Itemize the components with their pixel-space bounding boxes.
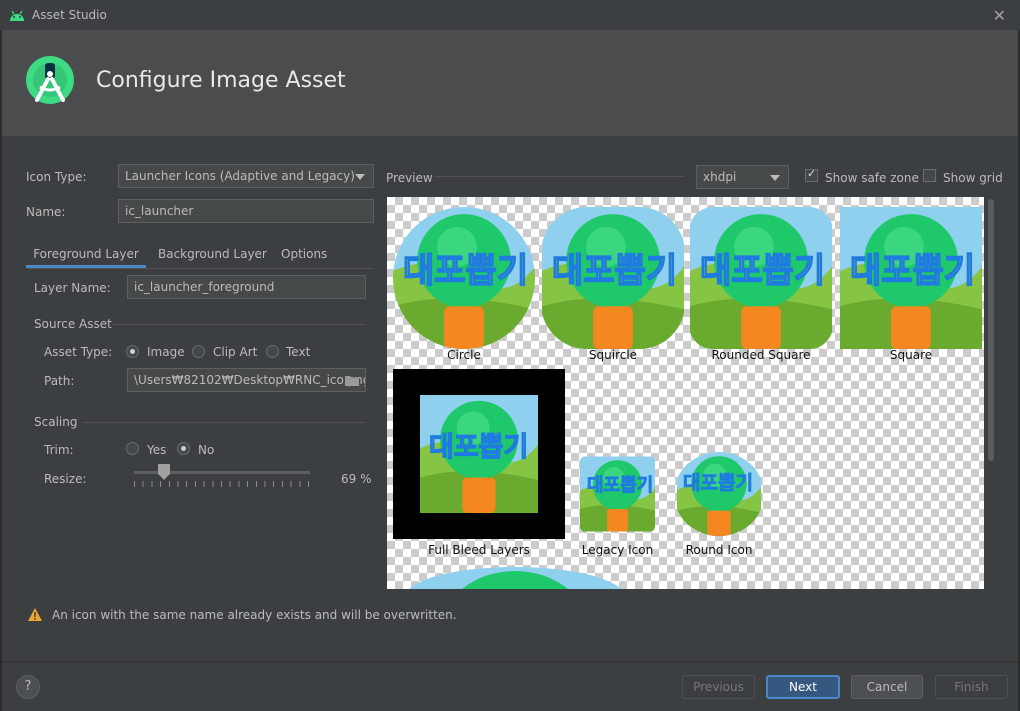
previous-button[interactable]: Previous [682, 675, 755, 699]
layer-tabs: Foreground Layer Background Layer Option… [26, 240, 374, 269]
density-select[interactable]: xhdpi [696, 165, 789, 189]
icon-text: 대포뽑기 [428, 431, 529, 463]
resize-slider-ticks [134, 481, 310, 487]
name-label: Name: [26, 205, 66, 219]
path-value: \Users₩82102₩Desktop₩RNC_ico.png [134, 373, 366, 387]
preview-rounded-square-icon: 대포뽑기 [689, 207, 833, 349]
asset-type-text-label: Text [286, 345, 311, 359]
cancel-button[interactable]: Cancel [851, 675, 923, 699]
chevron-down-icon [355, 174, 365, 180]
title-bar: Asset Studio ✕ [0, 0, 1020, 30]
trim-no-radio[interactable] [177, 442, 190, 455]
preview-scrollbar-thumb[interactable] [988, 199, 994, 461]
dialog-header: Configure Image Asset [2, 30, 1018, 136]
show-safe-zone-checkbox[interactable] [805, 167, 818, 182]
show-grid-label: Show grid [943, 171, 1003, 185]
density-value: xhdpi [703, 170, 737, 184]
icon-text: 대포뽑기 [551, 250, 678, 292]
layer-name-field[interactable]: ic_launcher_foreground [127, 275, 366, 299]
page-title: Configure Image Asset [96, 68, 346, 93]
next-button[interactable]: Next [766, 675, 840, 699]
resize-label: Resize: [44, 472, 87, 486]
help-button[interactable]: ? [16, 675, 40, 699]
chevron-down-icon [770, 175, 780, 181]
close-icon[interactable]: ✕ [993, 6, 1006, 25]
icon-text: 대포뽑기 [587, 475, 654, 497]
caption-rounded-square: Rounded Square [711, 348, 811, 362]
trim-no-label: No [198, 443, 215, 457]
divider [434, 176, 684, 177]
show-safe-zone-label: Show safe zone [825, 171, 919, 185]
folder-icon[interactable] [345, 375, 360, 386]
preview-label: Preview [386, 171, 433, 185]
divider [82, 422, 366, 423]
preview-squircle-icon: 대포뽑기 [541, 207, 685, 349]
scaling-heading: Scaling [34, 415, 78, 429]
caption-legacy: Legacy Icon [581, 543, 654, 557]
trim-yes-radio[interactable] [126, 442, 139, 455]
asset-type-text-radio[interactable] [266, 345, 279, 358]
layer-name-label: Layer Name: [34, 281, 111, 295]
preview-full-bleed-icon: 대포뽑기 [419, 395, 539, 513]
icon-type-value: Launcher Icons (Adaptive and Legacy) [125, 169, 355, 183]
caption-squircle: Squircle [588, 348, 638, 362]
preview-circle-icon: 대포뽑기 [393, 207, 535, 349]
path-field[interactable]: \Users₩82102₩Desktop₩RNC_ico.png [127, 368, 366, 392]
asset-type-label: Asset Type: [44, 345, 113, 359]
divider [112, 324, 366, 325]
icon-text: 대포뽑기 [402, 250, 529, 292]
icon-text: 대포뽑기 [683, 472, 754, 495]
trim-yes-label: Yes [147, 443, 167, 457]
resize-value: 69 % [341, 472, 372, 486]
preview-next-row-icon [405, 567, 625, 589]
preview-legacy-icon: 대포뽑기 [580, 456, 655, 532]
warning-icon [28, 608, 42, 621]
asset-type-clipart-radio[interactable] [192, 345, 205, 358]
app-icon-artwork [405, 567, 625, 589]
tab-background-layer[interactable]: Background Layer [158, 243, 267, 265]
icon-text: 대포뽑기 [699, 250, 826, 292]
finish-button[interactable]: Finish [935, 675, 1008, 699]
asset-type-image-label: Image [147, 345, 185, 359]
status-message: An icon with the same name already exist… [52, 608, 457, 622]
android-studio-logo-icon [26, 56, 74, 104]
name-field[interactable]: ic_launcher [118, 199, 374, 223]
android-icon [10, 10, 24, 21]
show-grid-checkbox[interactable] [923, 169, 936, 182]
tab-foreground-layer[interactable]: Foreground Layer [26, 243, 146, 268]
caption-square: Square [889, 348, 933, 362]
preview-round-icon: 대포뽑기 [674, 452, 764, 536]
caption-circle: Circle [447, 348, 481, 362]
tab-options[interactable]: Options [281, 243, 327, 265]
caption-round: Round Icon [685, 543, 753, 557]
asset-type-image-radio[interactable] [126, 345, 139, 358]
icon-type-label: Icon Type: [26, 170, 87, 184]
window-title: Asset Studio [32, 8, 107, 22]
caption-full-bleed: Full Bleed Layers [428, 543, 530, 557]
preview-square-icon: 대포뽑기 [838, 207, 984, 349]
preview-canvas: 대포뽑기 Circle 대포뽑기 Squircle 대포뽑기 Rounded S… [387, 197, 984, 589]
source-asset-heading: Source Asset [34, 317, 112, 331]
asset-type-clipart-label: Clip Art [213, 345, 258, 359]
trim-label: Trim: [44, 443, 74, 457]
path-label: Path: [44, 374, 75, 388]
icon-type-select[interactable]: Launcher Icons (Adaptive and Legacy) [118, 164, 374, 188]
icon-text: 대포뽑기 [849, 250, 976, 292]
